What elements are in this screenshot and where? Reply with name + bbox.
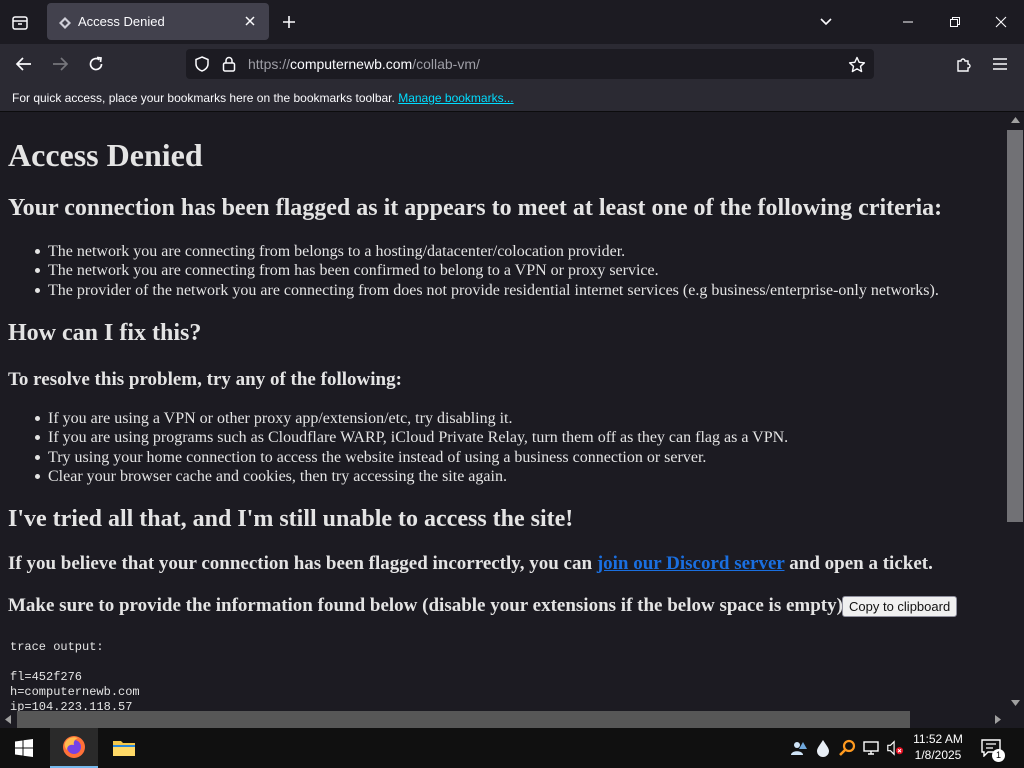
discord-link[interactable]: join our Discord server — [597, 553, 785, 574]
flagged-heading: Your connection has been flagged as it a… — [8, 195, 943, 221]
page-content: Access Denied Your connection has been f… — [0, 113, 1007, 711]
search-magnifier-tray-icon[interactable] — [838, 739, 856, 757]
discord-text-before: If you believe that your connection has … — [8, 553, 597, 574]
list-item: The provider of the network you are conn… — [35, 281, 939, 299]
tracking-protection-shield-icon[interactable] — [194, 56, 210, 72]
scroll-left-arrow-icon[interactable] — [5, 715, 11, 724]
list-item: The network you are connecting from has … — [35, 261, 939, 280]
network-people-tray-icon[interactable] — [790, 739, 808, 757]
minimize-icon[interactable] — [888, 6, 928, 38]
extensions-puzzle-icon[interactable] — [952, 52, 976, 76]
system-clock[interactable]: 11:52 AM 1/8/2025 — [906, 731, 970, 763]
url-path: /collab-vm/ — [412, 56, 480, 72]
trace-label: trace output: — [10, 640, 104, 654]
discord-paragraph: If you believe that your connection has … — [8, 553, 933, 575]
horizontal-scrollbar-thumb[interactable] — [17, 711, 910, 728]
clock-time: 11:52 AM — [913, 732, 963, 746]
trace-ip: ip=104.223.118.57 — [10, 700, 133, 711]
firefox-taskbar-icon[interactable] — [50, 728, 98, 768]
back-arrow-icon[interactable] — [12, 52, 36, 76]
trace-output[interactable]: trace output: fl=452f276 h=computernewb.c… — [10, 640, 140, 711]
url-bar[interactable]: https://computernewb.com/collab-vm/ — [186, 49, 874, 79]
discord-text-after: and open a ticket. — [784, 553, 933, 574]
bookmarks-hint-text: For quick access, place your bookmarks h… — [12, 91, 395, 105]
action-center-icon[interactable]: 1 — [977, 736, 1005, 762]
tab-strip: Access Denied — [0, 0, 1024, 44]
bookmark-star-icon[interactable] — [848, 56, 866, 74]
windows-taskbar: 11:52 AM 1/8/2025 1 — [0, 728, 1024, 768]
droplet-tray-icon[interactable] — [814, 739, 832, 757]
resolve-heading: To resolve this problem, try any of the … — [8, 369, 402, 390]
firefox-view-icon[interactable] — [8, 10, 32, 34]
clock-date: 1/8/2025 — [914, 748, 962, 762]
site-favicon-icon — [57, 14, 73, 30]
hamburger-menu-icon[interactable] — [988, 52, 1012, 76]
criteria-list: The network you are connecting from belo… — [35, 242, 939, 300]
close-window-icon[interactable] — [981, 6, 1021, 38]
list-item: Clear your browser cache and cookies, th… — [34, 467, 788, 486]
manage-bookmarks-link[interactable]: Manage bookmarks... — [398, 91, 513, 105]
list-item: Try using your home connection to access… — [34, 448, 788, 467]
tried-heading: I've tried all that, and I'm still unabl… — [8, 506, 574, 532]
url-domain: computernewb.com — [290, 56, 413, 72]
scroll-down-arrow-icon[interactable] — [1011, 700, 1020, 706]
file-explorer-folder-icon[interactable] — [100, 728, 148, 768]
fix-heading: How can I fix this? — [8, 320, 202, 346]
bookmarks-toolbar: For quick access, place your bookmarks h… — [0, 84, 1024, 112]
copy-to-clipboard-button[interactable]: Copy to clipboard — [842, 596, 958, 617]
reload-icon[interactable] — [84, 52, 108, 76]
navigation-toolbar: https://computernewb.com/collab-vm/ — [0, 44, 1024, 84]
bookmarks-hint: For quick access, place your bookmarks h… — [12, 91, 514, 105]
url-scheme: https:// — [248, 56, 291, 72]
padlock-icon[interactable] — [222, 56, 236, 72]
vertical-scrollbar-thumb[interactable] — [1007, 130, 1023, 522]
list-item: If you are using a VPN or other proxy ap… — [34, 409, 788, 428]
page-title: Access Denied — [8, 137, 203, 173]
list-item: The network you are connecting from belo… — [35, 242, 939, 261]
trace-fl: fl=452f276 — [10, 670, 83, 684]
fixes-list: If you are using a VPN or other proxy ap… — [34, 409, 789, 486]
tab-close-icon[interactable] — [240, 11, 260, 31]
windows-start-icon[interactable] — [0, 728, 48, 768]
restore-icon[interactable] — [935, 6, 975, 38]
url-text[interactable]: https://computernewb.com/collab-vm/ — [248, 56, 480, 72]
list-all-tabs-chevron-down-icon[interactable] — [814, 10, 838, 34]
scroll-up-arrow-icon[interactable] — [1011, 117, 1020, 123]
forward-arrow-icon[interactable] — [48, 52, 72, 76]
scroll-right-arrow-icon[interactable] — [995, 715, 1001, 724]
volume-muted-icon[interactable] — [886, 739, 904, 757]
tab-access-denied[interactable]: Access Denied — [47, 3, 269, 40]
info-heading: Make sure to provide the information fou… — [8, 595, 850, 616]
list-item: If you are using programs such as Cloudf… — [34, 429, 789, 447]
new-tab-plus-icon[interactable] — [277, 10, 301, 34]
notification-count-badge: 1 — [992, 749, 1005, 762]
network-monitor-icon[interactable] — [862, 739, 880, 757]
trace-host: h=computernewb.com — [10, 685, 140, 699]
tab-title: Access Denied — [78, 14, 165, 29]
